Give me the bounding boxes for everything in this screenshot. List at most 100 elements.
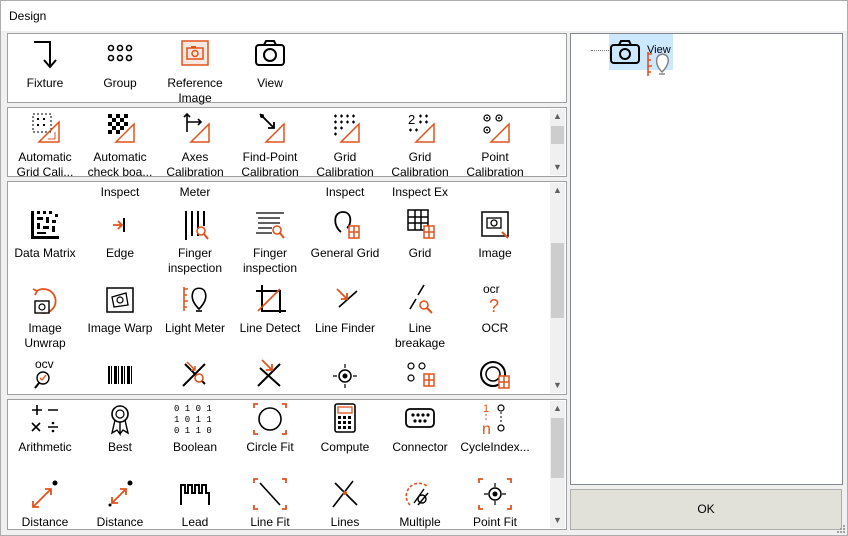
tool-label: Finger inspection	[242, 246, 298, 275]
ocr-icon: ocr?	[458, 281, 532, 321]
finger-inspection-horizontal-icon	[233, 206, 307, 246]
scroll-thumb[interactable]	[551, 418, 564, 478]
tool-image-warp[interactable]: Image Warp	[83, 281, 157, 336]
scroll-up-arrow-icon[interactable]: ▲	[550, 109, 565, 124]
light-meter-icon	[647, 52, 669, 76]
tool-cross-point[interactable]	[233, 356, 307, 394]
inspection-scrollbar[interactable]: ▲ ▼	[550, 183, 565, 393]
tool-barcode[interactable]	[83, 356, 157, 394]
tool-grid-calibration-2[interactable]: 2 Grid Calibration	[383, 110, 457, 176]
tool-best[interactable]: Best	[83, 400, 157, 455]
scroll-thumb[interactable]	[551, 126, 564, 144]
tool-reference-image[interactable]: Reference Image	[158, 36, 232, 106]
circle-grid-icon	[458, 356, 532, 394]
cycle-index-icon: 1n	[458, 400, 532, 440]
tool-connector[interactable]: Connector	[383, 400, 457, 455]
tool-circle-fit[interactable]: Circle Fit	[233, 400, 307, 455]
tool-find-point-calibration[interactable]: Find-Point Calibration	[233, 110, 307, 176]
svg-text:ocr: ocr	[483, 282, 500, 296]
fixture-icon	[8, 36, 82, 76]
tool-edge[interactable]: Edge	[83, 206, 157, 261]
ok-button[interactable]: OK	[570, 489, 842, 530]
tool-fixture[interactable]: Fixture	[8, 36, 82, 91]
tool-grid-calibration[interactable]: Grid Calibration	[308, 110, 382, 176]
tool-label: Lead	[181, 515, 209, 529]
tool-finger-inspection[interactable]: Finger inspection	[158, 206, 232, 276]
tool-panel-inspection: Inspect Meter Inspect Inspect Ex Data Ma…	[7, 181, 567, 395]
scroll-up-arrow-icon[interactable]: ▲	[550, 183, 565, 198]
tool-label: Finger inspection	[167, 246, 223, 275]
tool-label: Distance	[96, 515, 144, 529]
cross-point-icon	[233, 356, 307, 394]
lines-intersect-icon	[308, 475, 382, 515]
edge-icon	[83, 206, 157, 246]
tool-label: Find-Point Calibration	[241, 150, 299, 176]
tool-lead[interactable]: Lead	[158, 475, 232, 529]
logic-scrollbar[interactable]: ▲ ▼	[550, 401, 565, 528]
tool-line-breakage[interactable]: Line breakage	[383, 281, 457, 351]
design-tree[interactable]: View	[570, 33, 843, 485]
finger-inspection-icon	[158, 206, 232, 246]
tool-axes-calibration[interactable]: Axes Calibration	[158, 110, 232, 176]
tool-distance[interactable]: Distance	[8, 475, 82, 529]
tree-connector-line	[591, 50, 609, 51]
checkerboard-icon	[83, 110, 157, 150]
connector-icon	[383, 400, 457, 440]
tool-label: Grid	[408, 246, 432, 260]
reference-image-icon	[158, 36, 232, 76]
tool-panel-fixtures: Fixture Group Reference Image View	[7, 33, 567, 106]
tool-group[interactable]: Group	[83, 36, 157, 91]
target-point-icon	[308, 356, 382, 394]
scroll-up-arrow-icon[interactable]: ▲	[550, 401, 565, 416]
tool-point-calibration[interactable]: Point Calibration	[458, 110, 532, 176]
tool-image-unwrap[interactable]: Image Unwrap	[8, 281, 82, 351]
tool-line-fit[interactable]: Line Fit	[233, 475, 307, 529]
tool-label: Axes Calibration	[166, 150, 224, 176]
general-grid-icon	[308, 206, 382, 246]
tool-compute[interactable]: Compute	[308, 400, 382, 455]
tool-lines[interactable]: Lines	[308, 475, 382, 529]
tool-boolean[interactable]: 0 1 0 11 0 1 10 1 1 0 Boolean	[158, 400, 232, 455]
automatic-grid-calibration-icon	[8, 110, 82, 150]
tool-label: Grid Calibration	[316, 150, 374, 176]
calibration-scrollbar[interactable]: ▲ ▼	[550, 109, 565, 175]
tool-view[interactable]: View	[233, 36, 307, 91]
scroll-down-arrow-icon[interactable]: ▼	[550, 160, 565, 175]
tool-arithmetic[interactable]: Arithmetic	[8, 400, 82, 455]
window-title: Design	[9, 9, 47, 23]
tool-circle-grid[interactable]	[458, 356, 532, 394]
tool-line-detect[interactable]: Line Detect	[233, 281, 307, 336]
tool-general-grid[interactable]: General Grid	[308, 206, 382, 261]
tool-point-fit[interactable]: Point Fit	[458, 475, 532, 529]
distance-icon	[8, 475, 82, 515]
tool-label: OCR	[481, 321, 509, 335]
tool-label: Image Warp	[87, 321, 153, 335]
tool-label: Group	[103, 76, 137, 90]
tool-line-finder[interactable]: Line Finder	[308, 281, 382, 336]
data-matrix-icon	[8, 206, 82, 246]
tool-ocr[interactable]: ocr? OCR	[458, 281, 532, 336]
scroll-down-arrow-icon[interactable]: ▼	[550, 378, 565, 393]
tool-light-meter[interactable]: Light Meter	[158, 281, 232, 336]
tool-image[interactable]: Image	[458, 206, 532, 261]
tool-automatic-grid-calibration[interactable]: Automatic Grid Cali...	[8, 110, 82, 176]
tool-point[interactable]	[308, 356, 382, 394]
tool-ocv[interactable]: ocv	[8, 356, 82, 394]
line-fit-icon	[233, 475, 307, 515]
tool-cross-search[interactable]	[158, 356, 232, 394]
tool-data-matrix[interactable]: Data Matrix	[8, 206, 82, 261]
resize-grip-icon[interactable]	[835, 523, 845, 533]
tool-automatic-checkerboard[interactable]: Automatic check boa...	[83, 110, 157, 176]
arithmetic-icon	[8, 400, 82, 440]
tree-node-view[interactable]: View	[609, 34, 673, 76]
tool-label: Line Detect	[239, 321, 301, 335]
tool-point-grid[interactable]	[383, 356, 457, 394]
tool-grid[interactable]: Grid	[383, 206, 457, 261]
tool-multiple[interactable]: Multiple	[383, 475, 457, 529]
tool-cycle-index[interactable]: 1n CycleIndex...	[458, 400, 532, 455]
calibration-viewport: Automatic Grid Cali... Automatic check b…	[8, 108, 550, 176]
scroll-down-arrow-icon[interactable]: ▼	[550, 513, 565, 528]
scroll-thumb[interactable]	[551, 243, 564, 318]
tool-distance-2[interactable]: Distance	[83, 475, 157, 529]
tool-finger-inspection-2[interactable]: Finger inspection	[233, 206, 307, 276]
